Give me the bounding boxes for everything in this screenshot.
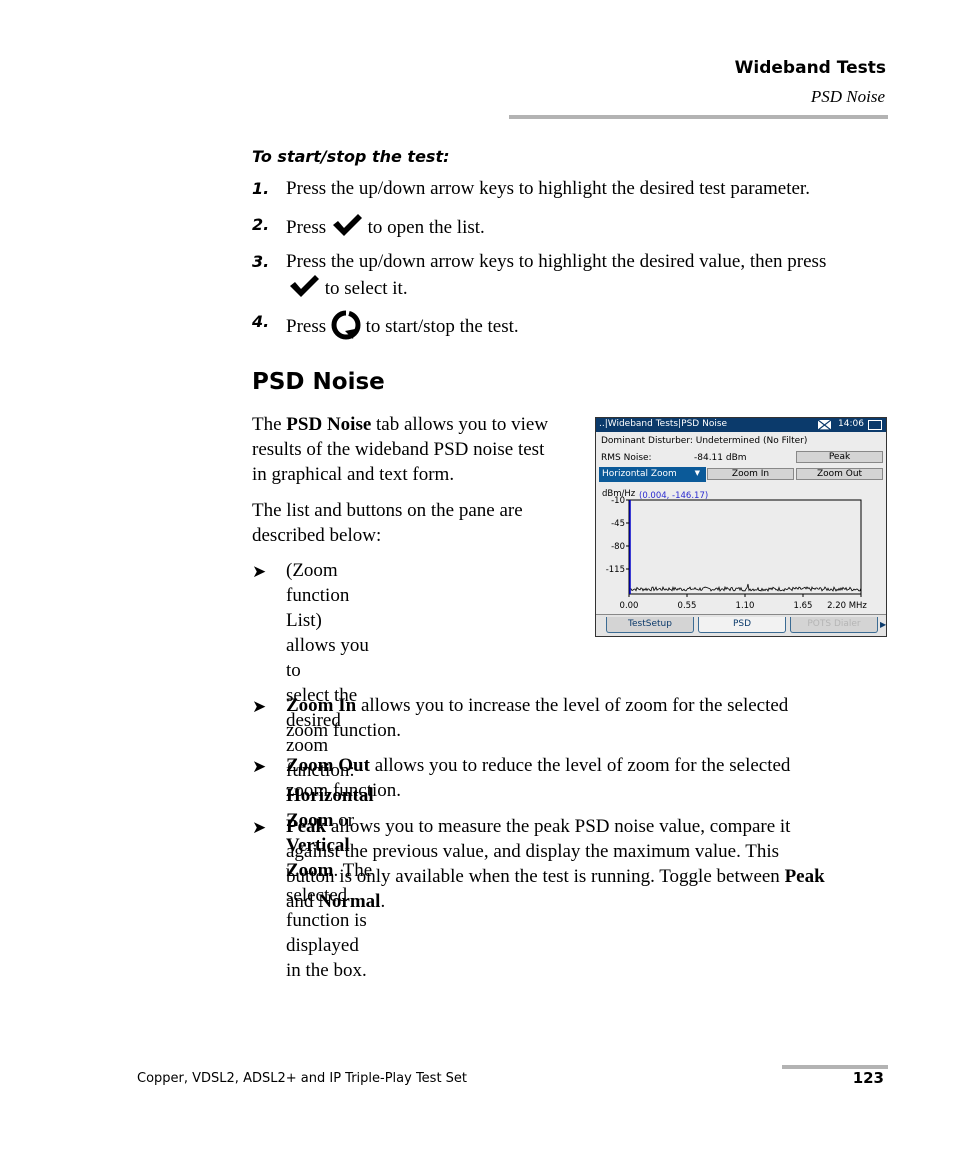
rms-noise-value: -84.11 dBm [694, 453, 747, 463]
step-number: 3. [252, 252, 270, 271]
tab-psd[interactable]: PSD [698, 617, 786, 633]
bullet-text: (Zoom function List) allows you to [286, 560, 369, 681]
bullet-bold: Zoom In [286, 695, 357, 716]
y-axis: -10 -45 -80 -115 [606, 496, 629, 575]
intro-paragraph: The PSD Noise tab allows you to view res… [252, 412, 587, 487]
tab-scroll-right-icon[interactable]: ▶ [880, 620, 886, 629]
bullet-text: displayed in the box. [286, 935, 367, 981]
step-number: 4. [252, 312, 270, 331]
psd-plot: dBm/Hz (0.004, -146.17) -10-45-80-115 0.… [602, 489, 867, 611]
zoom-function-value: Horizontal Zoom [602, 469, 677, 479]
bullet-arrow-icon: ➤ [252, 818, 267, 837]
device-breadcrumb: ..|Wideband Tests|PSD Noise [599, 419, 728, 429]
y-tick-label: -45 [611, 519, 625, 529]
step-number: 2. [252, 215, 270, 234]
tab-testsetup[interactable]: TestSetup [606, 617, 694, 633]
peak-button[interactable]: Peak [796, 451, 883, 463]
device-screenshot: ..|Wideband Tests|PSD Noise 14:06 Domina… [595, 417, 887, 637]
step-text: Press [286, 217, 327, 238]
dropdown-arrow-icon: ▼ [694, 469, 700, 477]
running-header-chapter: Wideband Tests [734, 58, 886, 78]
start-stop-icon [331, 310, 361, 340]
section-title: PSD Noise [252, 369, 385, 395]
bullet-bold: Zoom Out [286, 755, 370, 776]
bullet-text: allows you to increase the level of zoom… [356, 695, 789, 716]
tab-pots-dialer[interactable]: POTS Dialer [790, 617, 878, 633]
bullet-text: allows you to reduce the level of zoom f… [369, 755, 791, 776]
zoom-out-button[interactable]: Zoom Out [796, 468, 883, 480]
y-tick-label: -115 [606, 565, 625, 575]
device-title-bar: ..|Wideband Tests|PSD Noise 14:06 [596, 418, 886, 432]
step-text: to select it. [324, 278, 408, 299]
header-rule [509, 115, 888, 119]
step-text: Press [286, 316, 327, 337]
x-tick-label: 0.55 [678, 601, 697, 611]
bullet-bold: Peak [286, 816, 327, 837]
bullet-arrow-icon: ➤ [252, 757, 267, 776]
plot-frame [628, 499, 862, 595]
battery-icon [868, 420, 882, 430]
footer-product-name: Copper, VDSL2, ADSL2+ and IP Triple-Play… [137, 1071, 468, 1086]
dominant-disturber: Dominant Disturber: Undetermined (No Fil… [601, 436, 808, 446]
bullet-text: zoom function. [286, 720, 402, 741]
running-header-section: PSD Noise [810, 87, 885, 106]
list-intro-text: The list and buttons on the pane are [252, 500, 523, 521]
bullet-text: . [380, 891, 386, 912]
x-tick-label: 0.00 [620, 601, 639, 611]
y-tick-label: -10 [611, 496, 625, 506]
x-tick-label: 1.65 [794, 601, 813, 611]
step-text: to open the list. [367, 217, 485, 238]
bullet-bold: Normal [318, 891, 381, 912]
checkmark-icon [332, 214, 362, 236]
intro-bold: PSD Noise [286, 414, 372, 435]
x-tick-label: 1.10 [736, 601, 755, 611]
step-number: 1. [252, 179, 270, 198]
list-intro-paragraph: The list and buttons on the pane are des… [252, 498, 587, 548]
x-axis: 0.00 0.55 1.10 1.65 2.20 MHz [620, 594, 867, 611]
intro-text: The [252, 414, 287, 435]
x-tick-label: 2.20 MHz [827, 601, 867, 611]
zoom-function-select[interactable]: Horizontal Zoom ▼ [599, 467, 706, 482]
bullet-text: allows you to measure the peak PSD noise… [326, 816, 791, 837]
step-text: Press the up/down arrow keys to highligh… [286, 178, 810, 199]
list-intro-text: described below: [252, 525, 382, 546]
bullet-text: zoom function. [286, 780, 402, 801]
intro-text: in graphical and text form. [252, 464, 455, 485]
bullet-text: button is only available when the test i… [286, 866, 785, 887]
device-tab-bar: TestSetup PSD POTS Dialer ▶ [596, 614, 886, 636]
psd-trace [629, 583, 862, 592]
page-number: 123 [852, 1069, 884, 1087]
step-text: Press the up/down arrow keys to highligh… [286, 251, 827, 272]
rms-noise-label: RMS Noise: [601, 453, 652, 463]
bullet-text: and [286, 891, 319, 912]
zoom-in-button[interactable]: Zoom In [707, 468, 794, 480]
bullet-arrow-icon: ➤ [252, 562, 267, 581]
checkmark-icon [290, 275, 319, 297]
device-clock: 14:06 [838, 419, 864, 429]
intro-text: results of the wideband PSD noise test [252, 439, 545, 460]
procedure-heading: To start/stop the test: [252, 147, 450, 166]
bullet-text: against the previous value, and display … [286, 841, 780, 862]
signal-icon [817, 419, 832, 431]
intro-text: tab allows you to view [371, 414, 549, 435]
y-tick-label: -80 [611, 542, 625, 552]
bullet-bold: Peak [784, 866, 825, 887]
step-text: to start/stop the test. [365, 316, 519, 337]
bullet-arrow-icon: ➤ [252, 697, 267, 716]
